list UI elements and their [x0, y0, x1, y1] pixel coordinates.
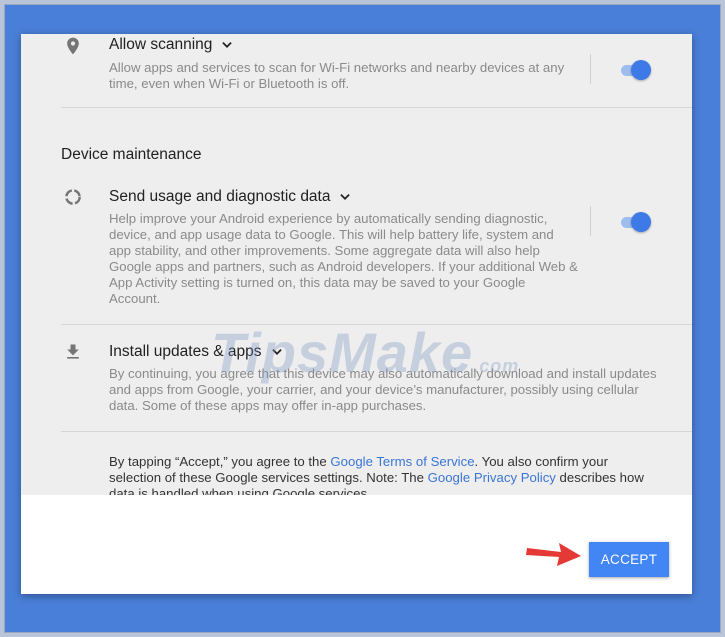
- google-services-dialog: Allow scanning Allow apps and services t…: [21, 34, 692, 594]
- privacy-policy-link[interactable]: Google Privacy Policy: [428, 470, 556, 485]
- download-icon: [63, 342, 83, 362]
- install-updates-label: Install updates & apps: [109, 343, 262, 360]
- location-pin-icon: [63, 36, 83, 56]
- allow-scanning-title[interactable]: Allow scanning: [109, 36, 234, 54]
- allow-scanning-toggle[interactable]: [619, 59, 653, 81]
- usage-diagnostics-toggle[interactable]: [619, 211, 653, 233]
- legal-text-1: By tapping “Accept,” you agree to the: [109, 454, 331, 469]
- toggle-separator: [590, 54, 591, 84]
- dialog-footer: ACCEPT: [21, 495, 692, 594]
- install-updates-title[interactable]: Install updates & apps: [109, 343, 284, 361]
- usage-diagnostics-label: Send usage and diagnostic data: [109, 188, 331, 205]
- divider: [61, 324, 692, 325]
- toggle-separator: [590, 206, 591, 236]
- device-maintenance-heading: Device maintenance: [61, 146, 202, 163]
- divider: [61, 107, 692, 108]
- chevron-down-icon: [340, 194, 351, 200]
- usage-diagnostics-title[interactable]: Send usage and diagnostic data: [109, 188, 352, 206]
- chevron-down-icon: [222, 42, 233, 48]
- terms-of-service-link[interactable]: Google Terms of Service: [330, 454, 474, 469]
- install-updates-description: By continuing, you agree that this devic…: [109, 366, 657, 413]
- diagnostics-ring-icon: [63, 187, 83, 207]
- usage-diagnostics-description: Help improve your Android experience by …: [109, 211, 578, 306]
- allow-scanning-description: Allow apps and services to scan for Wi-F…: [109, 60, 565, 91]
- divider: [61, 431, 692, 432]
- chevron-down-icon: [271, 349, 282, 355]
- red-arrow-icon: [526, 543, 581, 566]
- allow-scanning-label: Allow scanning: [109, 36, 213, 53]
- accept-button[interactable]: ACCEPT: [589, 542, 669, 577]
